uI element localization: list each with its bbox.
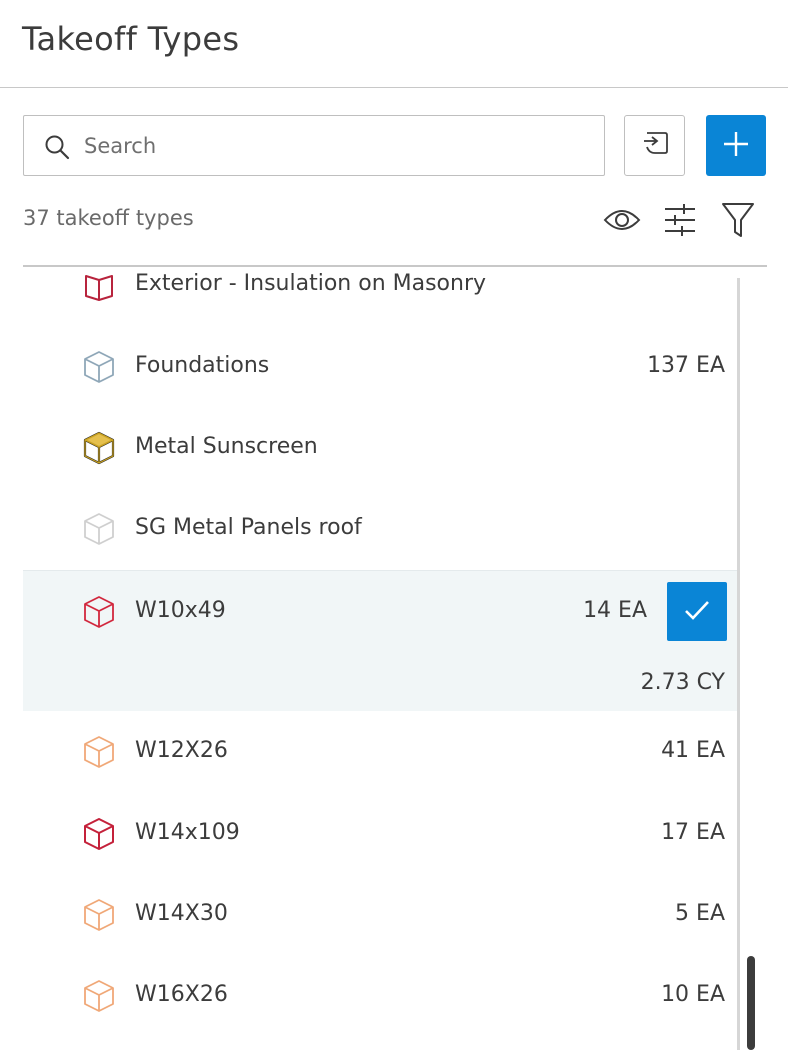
scrollbar-track bbox=[737, 278, 740, 1050]
cube-icon bbox=[83, 431, 115, 465]
list-item[interactable]: SG Metal Panels roof bbox=[23, 488, 737, 569]
plus-icon bbox=[721, 129, 751, 163]
list-item[interactable]: W14x109 17 EA bbox=[23, 793, 737, 874]
search-icon bbox=[44, 134, 70, 160]
add-takeoff-type-button[interactable] bbox=[706, 115, 766, 176]
cube-icon bbox=[83, 350, 115, 384]
settings-button[interactable] bbox=[660, 202, 700, 242]
takeoff-type-name: W14x109 bbox=[135, 820, 240, 845]
scrollbar-thumb[interactable] bbox=[747, 956, 755, 1050]
list-item[interactable]: Metal Sunscreen bbox=[23, 407, 737, 488]
list-item[interactable]: Exterior - Insulation on Masonry bbox=[23, 266, 737, 325]
cube-icon bbox=[83, 735, 115, 769]
takeoff-type-list: Exterior - Insulation on Masonry Foundat… bbox=[23, 266, 737, 1050]
visibility-button[interactable] bbox=[602, 202, 642, 242]
cube-icon bbox=[83, 817, 115, 851]
takeoff-type-name: Metal Sunscreen bbox=[135, 434, 318, 459]
import-icon bbox=[638, 127, 672, 165]
cube-icon bbox=[83, 898, 115, 932]
takeoff-type-quantity: 5 EA bbox=[675, 901, 725, 926]
list-item[interactable]: W16X26 10 EA bbox=[23, 955, 737, 1036]
takeoff-type-count: 37 takeoff types bbox=[23, 206, 194, 230]
search-box[interactable] bbox=[23, 115, 605, 176]
takeoff-type-name: W14X30 bbox=[135, 901, 228, 926]
cube-icon bbox=[83, 512, 115, 546]
eye-icon bbox=[602, 205, 642, 239]
list-scrollbar[interactable] bbox=[737, 278, 767, 1050]
takeoff-type-name: Foundations bbox=[135, 353, 270, 378]
sliders-icon bbox=[662, 202, 698, 242]
funnel-icon bbox=[721, 202, 755, 242]
panel-header: Takeoff Types bbox=[0, 0, 788, 88]
takeoff-type-name: W12X26 bbox=[135, 738, 228, 763]
takeoff-type-name: W16X26 bbox=[135, 982, 228, 1007]
cube-icon bbox=[83, 595, 115, 629]
takeoff-type-name: W10x49 bbox=[135, 598, 226, 623]
takeoff-type-icon bbox=[83, 268, 115, 302]
cube-icon bbox=[83, 979, 115, 1013]
check-icon bbox=[682, 597, 712, 627]
list-item[interactable]: W12X26 41 EA bbox=[23, 711, 737, 792]
takeoff-type-quantity: 41 EA bbox=[661, 738, 725, 763]
list-item[interactable]: Foundations 137 EA bbox=[23, 326, 737, 407]
takeoff-type-quantity: 10 EA bbox=[661, 982, 725, 1007]
takeoff-type-quantity: 17 EA bbox=[661, 820, 725, 845]
select-checkbox[interactable] bbox=[667, 582, 727, 641]
panel-title: Takeoff Types bbox=[22, 20, 240, 58]
search-input[interactable] bbox=[84, 126, 584, 166]
list-item[interactable]: W14X30 5 EA bbox=[23, 874, 737, 955]
import-button[interactable] bbox=[624, 115, 685, 176]
takeoff-type-secondary-quantity: 2.73 CY bbox=[640, 670, 725, 695]
filter-button[interactable] bbox=[718, 202, 758, 242]
takeoff-type-name: Exterior - Insulation on Masonry bbox=[135, 271, 487, 296]
takeoff-type-name: SG Metal Panels roof bbox=[135, 515, 362, 540]
list-item-selected[interactable]: W10x49 14 EA 2.73 CY bbox=[23, 570, 737, 711]
takeoff-type-quantity: 14 EA bbox=[583, 598, 647, 623]
takeoff-type-quantity: 137 EA bbox=[647, 353, 725, 378]
